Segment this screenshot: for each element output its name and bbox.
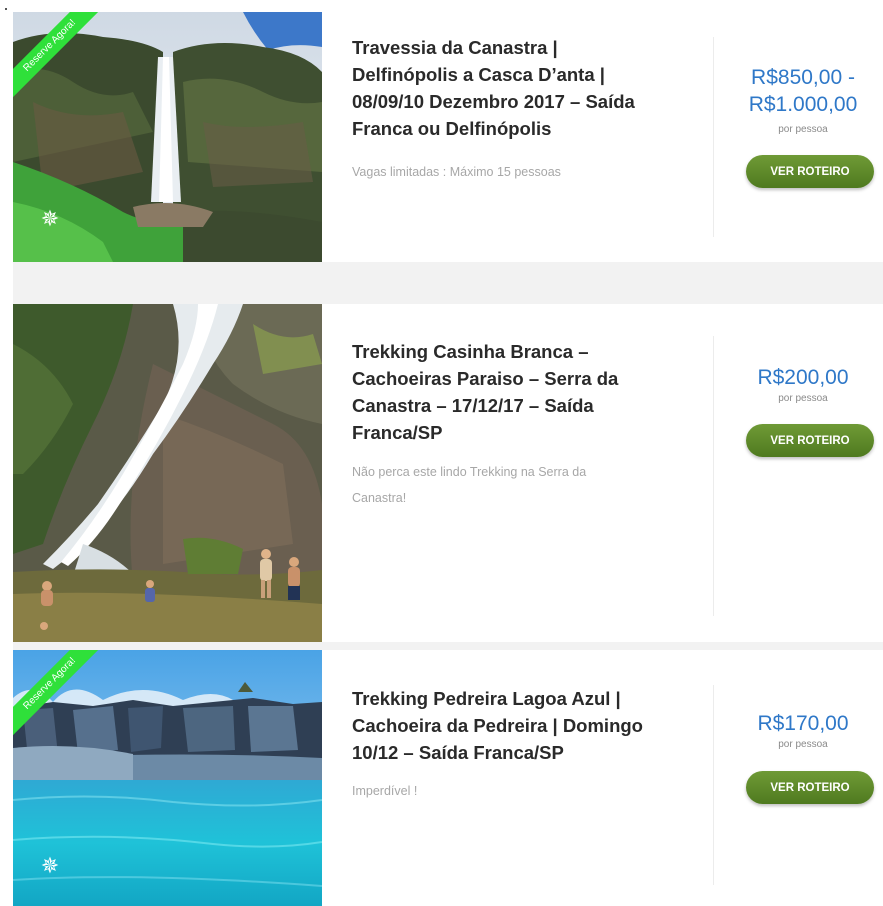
reserve-ribbon-label: Reserve Agora! bbox=[13, 12, 111, 107]
listing-1-price-line: R$850,00 - bbox=[751, 66, 855, 89]
listing-3-title[interactable]: Trekking Pedreira Lagoa Azul | Cachoeira… bbox=[352, 685, 692, 766]
listing-1-title-line: Delfinópolis a Casca D’anta | bbox=[352, 64, 605, 85]
listing-3-description-line: Imperdível ! bbox=[352, 784, 418, 798]
listing-1-title-line: 08/09/10 Dezembro 2017 – Saída bbox=[352, 91, 635, 112]
reserve-ribbon-label: Reserve Agora! bbox=[13, 650, 111, 745]
listing-2-title-line: Cachoeiras Paraiso – Serra da bbox=[352, 368, 619, 389]
compass-rose-icon: ✵ bbox=[40, 207, 60, 232]
listing-1-description: Vagas limitadas : Máximo 15 pessoas bbox=[352, 159, 672, 185]
reserve-ribbon[interactable]: Reserve Agora! bbox=[13, 650, 113, 750]
listing-2-per-person: por pessoa bbox=[778, 393, 828, 404]
listing-3-title-line: 10/12 – Saída Franca/SP bbox=[352, 742, 564, 763]
listing-1-price-line: R$1.000,00 bbox=[748, 93, 858, 116]
listing-card-1: Reserve Agora! ✵ Travessia da Canastra |… bbox=[13, 12, 883, 262]
listing-2-image[interactable] bbox=[13, 304, 322, 642]
listing-1-ver-roteiro-button[interactable]: VER ROTEIRO bbox=[746, 155, 874, 188]
listing-1-title[interactable]: Travessia da Canastra | Delfinópolis a C… bbox=[352, 34, 692, 142]
reserve-ribbon[interactable]: Reserve Agora! bbox=[13, 12, 113, 112]
listing-1-price: R$850,00 - R$1.000,00 bbox=[728, 64, 878, 118]
listing-2-description-line: Não perca este lindo Trekking na Serra d… bbox=[352, 465, 587, 479]
listing-2-price: R$200,00 bbox=[728, 364, 878, 391]
listing-separator bbox=[13, 262, 883, 304]
listing-3-price-line: R$170,00 bbox=[757, 712, 849, 735]
listing-3-description: Imperdível ! bbox=[352, 778, 672, 804]
listing-2-description: Não perca este lindo Trekking na Serra d… bbox=[352, 459, 672, 511]
cascade-waterfall-photo bbox=[13, 304, 322, 642]
listing-3-ver-roteiro-button[interactable]: VER ROTEIRO bbox=[746, 771, 874, 804]
compass-rose-icon: ✵ bbox=[40, 854, 60, 879]
listing-3-title-line: Cachoeira da Pedreira | Domingo bbox=[352, 715, 643, 736]
listing-3-price: R$170,00 bbox=[728, 710, 878, 737]
listing-card-3: Reserve Agora! ✵ Trekking Pedreira Lagoa… bbox=[13, 650, 883, 906]
listing-2-title-line: Franca/SP bbox=[352, 422, 443, 443]
listing-2-description-line: Canastra! bbox=[352, 491, 407, 505]
listing-3-divider bbox=[713, 685, 714, 885]
listing-2-price-line: R$200,00 bbox=[757, 366, 849, 389]
listing-2-title[interactable]: Trekking Casinha Branca – Cachoeiras Par… bbox=[352, 338, 692, 446]
listing-3-title-line: Trekking Pedreira Lagoa Azul | bbox=[352, 688, 621, 709]
listing-1-title-line: Franca ou Delfinópolis bbox=[352, 118, 552, 139]
listing-1-per-person: por pessoa bbox=[778, 124, 828, 135]
listing-1-description-line: Vagas limitadas : Máximo 15 pessoas bbox=[352, 165, 561, 179]
listing-3-image[interactable]: Reserve Agora! ✵ bbox=[13, 650, 322, 906]
listing-1-divider bbox=[713, 37, 714, 237]
listing-3-per-person: por pessoa bbox=[778, 739, 828, 750]
listing-2-title-line: Trekking Casinha Branca – bbox=[352, 341, 589, 362]
page-dot bbox=[5, 8, 7, 10]
listing-1-image[interactable]: Reserve Agora! ✵ bbox=[13, 12, 322, 262]
listing-1-title-line: Travessia da Canastra | bbox=[352, 37, 558, 58]
listing-2-ver-roteiro-button[interactable]: VER ROTEIRO bbox=[746, 424, 874, 457]
listing-separator bbox=[13, 642, 883, 650]
listing-2-title-line: Canastra – 17/12/17 – Saída bbox=[352, 395, 594, 416]
listing-card-2: Trekking Casinha Branca – Cachoeiras Par… bbox=[13, 304, 883, 642]
listing-2-divider bbox=[713, 336, 714, 616]
